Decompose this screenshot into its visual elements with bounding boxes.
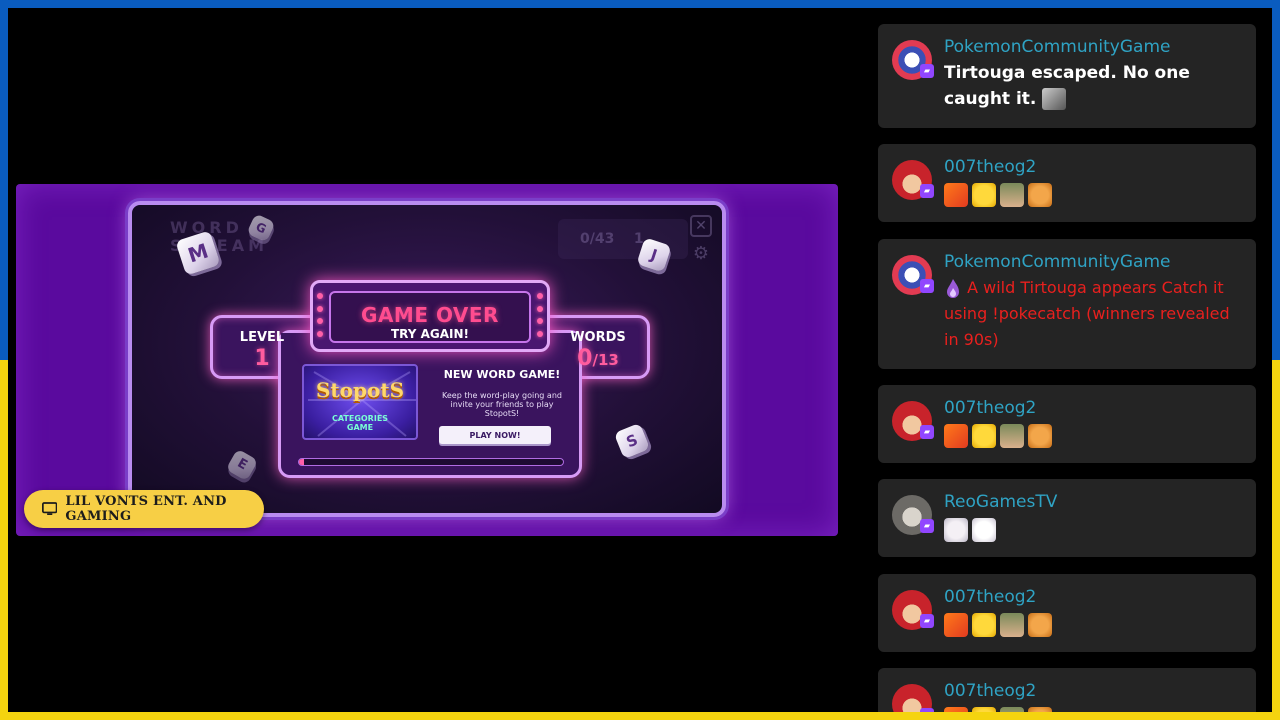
twitch-badge-icon: ▰ xyxy=(920,614,934,628)
emote-row xyxy=(944,183,1242,207)
seven-emote-icon xyxy=(944,613,968,637)
chat-username[interactable]: PokemonCommunityGame xyxy=(944,252,1242,272)
pet-emote-icon xyxy=(1028,183,1052,207)
skull-emote-icon xyxy=(1042,88,1067,110)
chat-message: ▰ PokemonCommunityGame Tirtouga escaped.… xyxy=(878,24,1256,128)
pet-emote-icon xyxy=(1028,707,1052,712)
game-board: WORD STREAM 0/43 1 ✕ ⚙ M J S E G LEVEL 1… xyxy=(128,201,726,517)
redhair-avatar[interactable]: ▰ xyxy=(892,590,934,630)
chat-message: ▰ PokemonCommunityGame A wild Tirtouga a… xyxy=(878,239,1256,369)
psyduck-emote-icon xyxy=(972,424,996,448)
chat-username[interactable]: 007theog2 xyxy=(944,587,1242,607)
redhair-avatar[interactable]: ▰ xyxy=(892,401,934,441)
emote-row xyxy=(944,707,1242,712)
stream-stage: WORD STREAM 0/43 1 ✕ ⚙ M J S E G LEVEL 1… xyxy=(8,8,1272,712)
twitch-badge-icon: ▰ xyxy=(920,425,934,439)
pet-emote-icon xyxy=(1028,613,1052,637)
game-over-title: GAME OVER xyxy=(361,303,499,327)
chat-username[interactable]: PokemonCommunityGame xyxy=(944,37,1242,57)
channel-badge: LIL VONTS ENT. AND GAMING xyxy=(24,490,264,528)
chat-username[interactable]: ReoGamesTV xyxy=(944,492,1242,512)
game-over-header: GAME OVER TRY AGAIN! xyxy=(310,280,550,352)
twitch-badge-icon: ▰ xyxy=(920,519,934,533)
level-value: 1 xyxy=(254,346,270,371)
promo-description: Keep the word-play going and invite your… xyxy=(442,391,562,418)
chat-username[interactable]: 007theog2 xyxy=(944,681,1242,701)
progress-bar xyxy=(298,458,564,466)
chat-text: A wild Tirtouga appears Catch it using !… xyxy=(944,278,1230,349)
chat-message: ▰ 007theog2 xyxy=(878,385,1256,463)
pokeball-avatar[interactable]: ▰ xyxy=(892,255,934,295)
channel-name: LIL VONTS ENT. AND GAMING xyxy=(65,494,227,524)
emote-row xyxy=(944,613,1242,637)
emote-row xyxy=(944,424,1242,448)
play-now-button[interactable]: PLAY NOW! xyxy=(439,426,551,444)
emote-row xyxy=(944,518,1242,542)
seven-emote-icon xyxy=(944,707,968,712)
stopots-logo: StopotS xyxy=(315,378,405,402)
redhair-avatar[interactable]: ▰ xyxy=(892,160,934,200)
chat-username[interactable]: 007theog2 xyxy=(944,157,1242,177)
psyduck-emote-icon xyxy=(972,707,996,712)
pet-emote-icon xyxy=(1028,424,1052,448)
stopots-tagline: CATEGORIES GAME xyxy=(331,414,389,432)
tv-icon xyxy=(42,502,58,515)
words-label: WORDS xyxy=(570,330,626,345)
redhair-avatar[interactable]: ▰ xyxy=(892,684,934,712)
level-label: LEVEL xyxy=(239,330,285,345)
face-emote-icon xyxy=(1000,183,1024,207)
anime-girl-emote-icon xyxy=(972,518,996,542)
promo-title: NEW WORD GAME! xyxy=(443,368,561,381)
chat-message: ▰ 007theog2 xyxy=(878,144,1256,222)
chat-message: ▰ 007theog2 xyxy=(878,574,1256,652)
gear-icon[interactable]: ⚙ xyxy=(690,243,712,265)
face-emote-icon xyxy=(1000,424,1024,448)
face-emote-icon xyxy=(1000,613,1024,637)
stopots-promo-image[interactable]: StopotS CATEGORIES GAME xyxy=(302,364,418,440)
seven-emote-icon xyxy=(944,183,968,207)
chat-message: ▰ 007theog2 xyxy=(878,668,1256,712)
close-icon[interactable]: ✕ xyxy=(690,215,712,237)
face-emote-icon xyxy=(1000,707,1024,712)
progress-fill xyxy=(299,459,305,465)
game-over-panel: LEVEL 1 WORDS 0/13 GAME OVER TRY AGAIN! xyxy=(210,280,650,478)
try-again-text: TRY AGAIN! xyxy=(390,327,470,341)
seven-emote-icon xyxy=(944,424,968,448)
twitch-badge-icon: ▰ xyxy=(920,184,934,198)
psyduck-emote-icon xyxy=(972,613,996,637)
chat-panel: ▰ PokemonCommunityGame Tirtouga escaped.… xyxy=(878,24,1256,712)
twitch-badge-icon: ▰ xyxy=(920,708,934,712)
chat-message: ▰ ReoGamesTV xyxy=(878,479,1256,557)
pokeball-avatar[interactable]: ▰ xyxy=(892,40,934,80)
twitch-badge-icon: ▰ xyxy=(920,64,934,78)
game-frame: WORD STREAM 0/43 1 ✕ ⚙ M J S E G LEVEL 1… xyxy=(16,184,838,536)
psyduck-emote-icon xyxy=(972,183,996,207)
twitch-badge-icon: ▰ xyxy=(920,279,934,293)
chat-username[interactable]: 007theog2 xyxy=(944,398,1242,418)
purple-fire-icon xyxy=(947,278,959,298)
chat-text: Tirtouga escaped. No one caught it. xyxy=(944,63,1190,109)
cat-avatar[interactable]: ▰ xyxy=(892,495,934,535)
anime-girl-emote-icon xyxy=(944,518,968,542)
